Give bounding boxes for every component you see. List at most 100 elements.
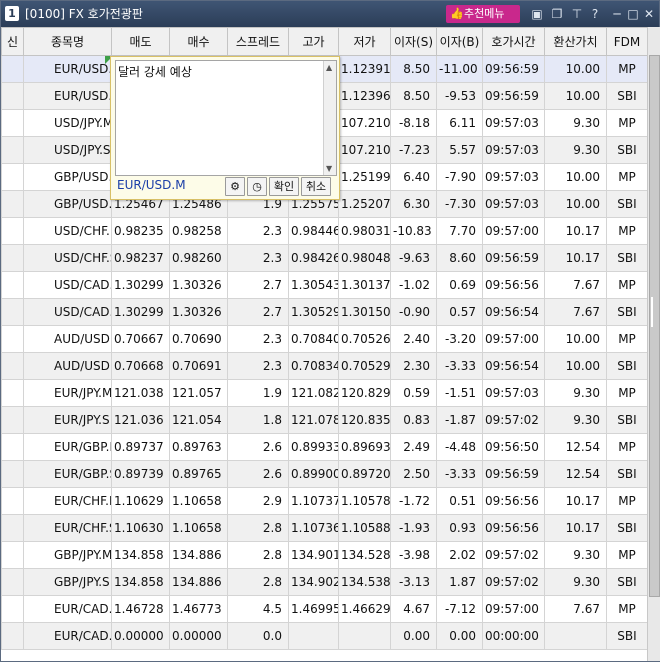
- interest-sell-cell[interactable]: -1.02: [390, 271, 437, 299]
- quote-time-cell[interactable]: 09:57:00: [482, 217, 545, 245]
- interest-sell-cell[interactable]: -1.72: [390, 487, 437, 515]
- low-price-cell[interactable]: 107.210: [338, 136, 391, 164]
- fdm-cell[interactable]: SBI: [606, 190, 647, 218]
- quote-time-cell[interactable]: 09:56:59: [482, 55, 545, 83]
- quote-time-cell[interactable]: 09:56:54: [482, 352, 545, 380]
- low-price-cell[interactable]: 0.70526: [338, 325, 391, 353]
- converted-value-cell[interactable]: 12.54: [544, 460, 607, 488]
- sell-price-cell[interactable]: 1.46728: [111, 595, 170, 623]
- sell-price-cell[interactable]: 0.89737: [111, 433, 170, 461]
- fdm-cell[interactable]: MP: [606, 163, 647, 191]
- column-header[interactable]: FDM: [606, 27, 647, 56]
- table-row[interactable]: EUR/CHF.M1.106291.106582.91.107371.10578…: [1, 487, 647, 515]
- converted-value-cell[interactable]: 9.30: [544, 136, 607, 164]
- buy-price-cell[interactable]: 0.98260: [169, 244, 228, 272]
- interest-sell-cell[interactable]: 2.30: [390, 352, 437, 380]
- flag-cell[interactable]: [1, 298, 24, 326]
- table-row[interactable]: EUR/CAD.S0.000000.000000.00.000.0000:00:…: [1, 622, 647, 650]
- sell-price-cell[interactable]: 0.00000: [111, 622, 170, 650]
- interest-buy-cell[interactable]: -9.53: [436, 82, 483, 110]
- low-price-cell[interactable]: 1.10578: [338, 487, 391, 515]
- sell-price-cell[interactable]: 0.98237: [111, 244, 170, 272]
- interest-sell-cell[interactable]: -8.18: [390, 109, 437, 137]
- converted-value-cell[interactable]: 10.17: [544, 514, 607, 542]
- interest-sell-cell[interactable]: 4.67: [390, 595, 437, 623]
- flag-cell[interactable]: [1, 622, 24, 650]
- sell-price-cell[interactable]: 1.30299: [111, 271, 170, 299]
- interest-buy-cell[interactable]: 1.87: [436, 568, 483, 596]
- memo-textarea[interactable]: 달러 강세 예상 ▲ ▼: [115, 60, 337, 176]
- high-price-cell[interactable]: 1.30543: [288, 271, 339, 299]
- high-price-cell[interactable]: 121.078: [288, 406, 339, 434]
- vertical-scrollbar[interactable]: [647, 27, 660, 661]
- high-price-cell[interactable]: 134.901: [288, 541, 339, 569]
- interest-sell-cell[interactable]: -10.83: [390, 217, 437, 245]
- converted-value-cell[interactable]: 10.00: [544, 55, 607, 83]
- converted-value-cell[interactable]: 9.30: [544, 568, 607, 596]
- interest-buy-cell[interactable]: -1.51: [436, 379, 483, 407]
- spread-cell[interactable]: 2.3: [227, 217, 289, 245]
- low-price-cell[interactable]: 1.30137: [338, 271, 391, 299]
- converted-value-cell[interactable]: 12.54: [544, 433, 607, 461]
- flag-cell[interactable]: [1, 352, 24, 380]
- interest-buy-cell[interactable]: -7.12: [436, 595, 483, 623]
- buy-price-cell[interactable]: 0.00000: [169, 622, 228, 650]
- spread-cell[interactable]: 1.9: [227, 379, 289, 407]
- flag-cell[interactable]: [1, 541, 24, 569]
- table-row[interactable]: EUR/GBP.S 0.89739 0.89765 2.6 0.89900 0.89720…: [1, 460, 647, 488]
- sell-price-cell[interactable]: 121.036: [111, 406, 170, 434]
- fdm-cell[interactable]: MP: [606, 271, 647, 299]
- column-header[interactable]: 매도: [111, 27, 170, 56]
- table-row[interactable]: EUR/JPY.M 121.038 121.057 1.9 121.082 120.829…: [1, 379, 647, 407]
- interest-sell-cell[interactable]: 2.50: [390, 460, 437, 488]
- high-price-cell[interactable]: 0.70834: [288, 352, 339, 380]
- quote-time-cell[interactable]: 00:00:00: [482, 622, 545, 650]
- quote-time-cell[interactable]: 09:56:56: [482, 271, 545, 299]
- gear-icon[interactable]: ⚙: [225, 177, 245, 196]
- converted-value-cell[interactable]: 10.17: [544, 217, 607, 245]
- high-price-cell[interactable]: [288, 622, 339, 650]
- flag-cell[interactable]: [1, 163, 24, 191]
- flag-cell[interactable]: [1, 487, 24, 515]
- high-price-cell[interactable]: 0.89933: [288, 433, 339, 461]
- flag-cell[interactable]: [1, 325, 24, 353]
- symbol-name-cell[interactable]: EUR/GBP.M: [23, 433, 112, 461]
- column-header[interactable]: 저가: [338, 27, 391, 56]
- interest-sell-cell[interactable]: 0.00: [390, 622, 437, 650]
- interest-sell-cell[interactable]: -3.98: [390, 541, 437, 569]
- table-row[interactable]: GBP/JPY.M 134.858 134.886 2.8 134.901 134.528…: [1, 541, 647, 569]
- sell-price-cell[interactable]: 1.10629: [111, 487, 170, 515]
- interest-buy-cell[interactable]: 0.93: [436, 514, 483, 542]
- converted-value-cell[interactable]: 9.30: [544, 541, 607, 569]
- spread-cell[interactable]: 2.8: [227, 568, 289, 596]
- interest-buy-cell[interactable]: 6.11: [436, 109, 483, 137]
- low-price-cell[interactable]: 107.210: [338, 109, 391, 137]
- interest-buy-cell[interactable]: 0.69: [436, 271, 483, 299]
- buy-price-cell[interactable]: 1.10658: [169, 514, 228, 542]
- buy-price-cell[interactable]: 0.70690: [169, 325, 228, 353]
- minimize-icon[interactable]: ─: [609, 5, 625, 23]
- spread-cell[interactable]: 1.8: [227, 406, 289, 434]
- interest-sell-cell[interactable]: 0.59: [390, 379, 437, 407]
- low-price-cell[interactable]: 120.829: [338, 379, 391, 407]
- buy-price-cell[interactable]: 121.054: [169, 406, 228, 434]
- quote-time-cell[interactable]: 09:56:59: [482, 82, 545, 110]
- table-row[interactable]: USD/CAD.S1.302991.303262.71.305291.30150…: [1, 298, 647, 326]
- buy-price-cell[interactable]: 134.886: [169, 541, 228, 569]
- fdm-cell[interactable]: MP: [606, 595, 647, 623]
- alarm-clock-icon[interactable]: ◷: [247, 177, 267, 196]
- low-price-cell[interactable]: 0.70529: [338, 352, 391, 380]
- high-price-cell[interactable]: 1.30529: [288, 298, 339, 326]
- table-row[interactable]: EUR/CAD.M1.467281.467734.51.469951.46629…: [1, 595, 647, 623]
- flag-cell[interactable]: [1, 271, 24, 299]
- converted-value-cell[interactable]: 10.00: [544, 352, 607, 380]
- table-row[interactable]: USD/CHF.S 0.98237 0.98260 2.3 0.98426 0.98048…: [1, 244, 647, 272]
- column-header[interactable]: 매수: [169, 27, 228, 56]
- buy-price-cell[interactable]: 1.30326: [169, 298, 228, 326]
- symbol-name-cell[interactable]: AUD/USD.M: [23, 325, 112, 353]
- table-row[interactable]: EUR/CHF.S 1.10630 1.10658 2.8 1.10736 1.10588…: [1, 514, 647, 542]
- flag-cell[interactable]: [1, 190, 24, 218]
- low-price-cell[interactable]: 0.98048: [338, 244, 391, 272]
- converted-value-cell[interactable]: 9.30: [544, 406, 607, 434]
- converted-value-cell[interactable]: 10.00: [544, 325, 607, 353]
